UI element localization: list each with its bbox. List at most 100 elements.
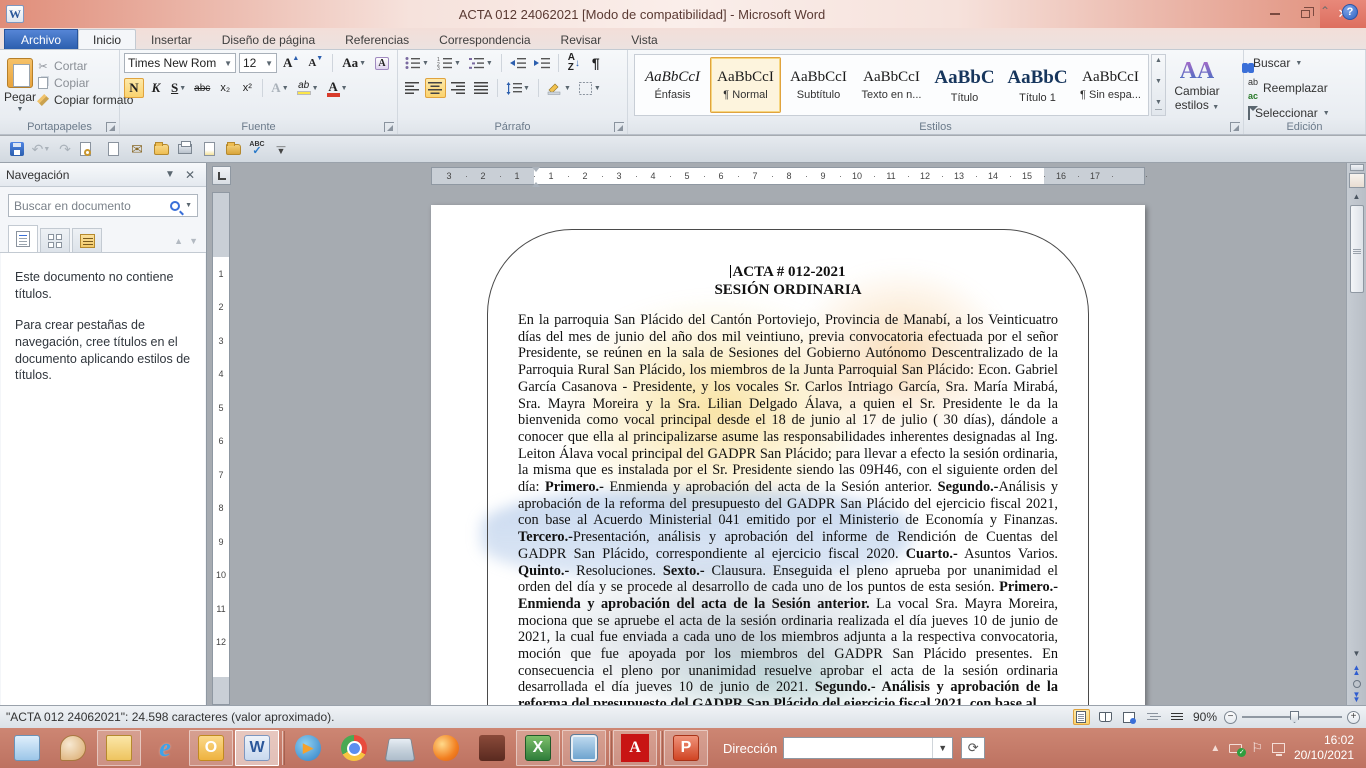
style-item[interactable]: AaBbC Título <box>929 57 1000 113</box>
fullscreen-reading-view-icon[interactable] <box>1097 709 1114 725</box>
taskbar-paint-icon[interactable] <box>51 730 95 766</box>
minimize-ribbon-icon[interactable] <box>1320 8 1332 16</box>
scroll-up-icon[interactable]: ▲ <box>1353 188 1361 205</box>
taskbar-file-explorer-icon[interactable] <box>97 730 141 766</box>
address-go-icon[interactable]: ⟳ <box>961 737 985 759</box>
hidden-icons-icon[interactable]: ▲ <box>1210 743 1220 754</box>
network-icon[interactable] <box>1272 743 1285 753</box>
document-search-input[interactable]: Buscar en documento ▼ <box>8 194 198 217</box>
font-color-button[interactable]: A▼ <box>324 78 351 98</box>
taskbar-outlook-icon[interactable]: O <box>189 730 233 766</box>
align-left-button[interactable] <box>402 78 423 98</box>
editing-command[interactable]: Buscar ▼ <box>1248 56 1361 70</box>
navigation-menu-icon[interactable]: ▼ <box>160 169 180 180</box>
cut-button[interactable]: ✂Cortar <box>36 59 133 73</box>
decrease-indent-button[interactable] <box>507 53 529 73</box>
next-heading-icon[interactable]: ▼ <box>189 236 198 246</box>
bullets-button[interactable]: ▼ <box>402 53 432 73</box>
change-case-button[interactable]: Aa▼ <box>339 53 369 73</box>
subscript-button[interactable]: x₂ <box>215 78 235 98</box>
editing-command[interactable]: Seleccionar ▼ <box>1248 106 1361 120</box>
shrink-font-button[interactable]: A▼ <box>305 53 326 73</box>
increase-indent-button[interactable] <box>531 53 553 73</box>
usb-device-icon[interactable] <box>1229 744 1242 753</box>
restore-button[interactable] <box>1290 0 1320 28</box>
style-item[interactable]: AaBbCcI Énfasis <box>637 57 708 113</box>
zoom-slider-track[interactable] <box>1242 716 1342 718</box>
save-icon[interactable] <box>8 140 26 158</box>
taskbar-scanner-icon[interactable] <box>378 730 422 766</box>
italic-button[interactable]: K <box>146 78 166 98</box>
align-center-button[interactable] <box>425 78 446 98</box>
print-preview-icon[interactable] <box>80 140 98 158</box>
dialog-launcher-icon[interactable] <box>1230 122 1240 132</box>
quick-edit-icon[interactable] <box>200 140 218 158</box>
text-effects-button[interactable]: A▼ <box>268 78 291 98</box>
outline-view-icon[interactable] <box>1145 709 1162 725</box>
help-icon[interactable]: ? <box>1342 4 1358 20</box>
address-dropdown-icon[interactable]: ▼ <box>932 738 952 758</box>
font-size-select[interactable]: 12▼ <box>239 53 277 73</box>
ribbon-tab[interactable]: Diseño de página <box>207 29 330 49</box>
action-center-flag-icon[interactable]: ⚐ <box>1251 740 1263 756</box>
zoom-slider-thumb[interactable] <box>1290 711 1299 723</box>
borders-button[interactable]: ▼ <box>576 78 604 98</box>
copy-button[interactable]: Copiar <box>36 76 133 90</box>
style-item[interactable]: AaBbCcI Subtítulo <box>783 57 854 113</box>
open-icon[interactable] <box>152 140 170 158</box>
clock[interactable]: 16:02 20/10/2021 <box>1294 733 1354 763</box>
split-window-handle[interactable] <box>1350 164 1364 171</box>
document-page[interactable]: ACTA # 012-2021SESIÓN ORDINARIA En la pa… <box>431 205 1145 705</box>
previous-page-icon[interactable]: ▲▲ <box>1353 666 1361 675</box>
taskbar-burner-icon[interactable] <box>470 730 514 766</box>
taskbar-calculator-icon[interactable] <box>5 730 49 766</box>
select-browse-object-icon[interactable] <box>1353 680 1361 688</box>
taskbar-photo-viewer-icon[interactable] <box>562 730 606 766</box>
browse-pages-tab[interactable] <box>40 228 70 252</box>
redo-icon[interactable]: ↷ <box>56 140 74 158</box>
zoom-out-icon[interactable]: − <box>1224 711 1237 724</box>
vertical-scrollbar[interactable]: ▲ ▼ ▲▲ ▼▼ <box>1346 163 1366 705</box>
justify-button[interactable] <box>471 78 492 98</box>
underline-button[interactable]: S▼ <box>168 78 189 98</box>
superscript-button[interactable]: x² <box>237 78 257 98</box>
web-layout-view-icon[interactable] <box>1121 709 1138 725</box>
taskbar-autocad-icon[interactable]: A <box>613 730 657 766</box>
multilevel-list-button[interactable]: ▼ <box>466 53 496 73</box>
tab-stop-selector[interactable] <box>212 166 231 185</box>
zoom-level[interactable]: 90% <box>1193 710 1217 724</box>
indent-markers[interactable] <box>532 167 540 187</box>
style-gallery-scrollbar[interactable]: ▲▼▼— <box>1151 54 1166 116</box>
address-input[interactable]: ▼ <box>783 737 953 759</box>
dialog-launcher-icon[interactable] <box>384 122 394 132</box>
taskbar-firefox-icon[interactable] <box>424 730 468 766</box>
style-item[interactable]: AaBbCcI ¶ Normal <box>710 57 781 113</box>
character-count-status[interactable]: "ACTA 012 24062021": 24.598 caracteres (… <box>6 710 334 724</box>
taskbar-media-player-icon[interactable]: ▶ <box>286 730 330 766</box>
ribbon-tab[interactable]: Inicio <box>78 29 136 49</box>
scroll-down-icon[interactable]: ▼ <box>1353 645 1361 662</box>
minimize-button[interactable] <box>1260 0 1290 28</box>
navigation-close-icon[interactable]: ✕ <box>180 168 200 182</box>
undo-icon[interactable]: ↶▼ <box>32 140 50 158</box>
ribbon-tab[interactable]: Insertar <box>136 29 207 49</box>
document-body-text[interactable]: En la parroquia San Plácido del Cantón P… <box>518 312 1058 705</box>
ribbon-tab[interactable]: Vista <box>616 29 672 49</box>
style-item[interactable]: AaBbCcI Texto en n... <box>856 57 927 113</box>
print-icon[interactable] <box>176 140 194 158</box>
next-page-icon[interactable]: ▼▼ <box>1353 693 1361 702</box>
font-family-select[interactable]: Times New Rom▼ <box>124 53 236 73</box>
ribbon-tab[interactable]: Correspondencia <box>424 29 545 49</box>
folder-icon[interactable] <box>224 140 242 158</box>
qat-overflow-icon[interactable]: —▼ <box>272 140 290 158</box>
browse-headings-tab[interactable] <box>8 225 38 252</box>
bold-button[interactable]: N <box>124 78 144 98</box>
shading-button[interactable]: ▼ <box>544 78 574 98</box>
taskbar-excel-icon[interactable]: X <box>516 730 560 766</box>
grow-font-button[interactable]: A▲ <box>280 53 302 73</box>
format-painter-button[interactable]: Copiar formato <box>36 93 133 107</box>
style-item[interactable]: AaBbC Título 1 <box>1002 57 1073 113</box>
vertical-ruler[interactable]: 123456789101112 <box>212 192 230 705</box>
browse-results-tab[interactable] <box>72 228 102 252</box>
ruler-toggle-button[interactable] <box>1349 173 1365 188</box>
